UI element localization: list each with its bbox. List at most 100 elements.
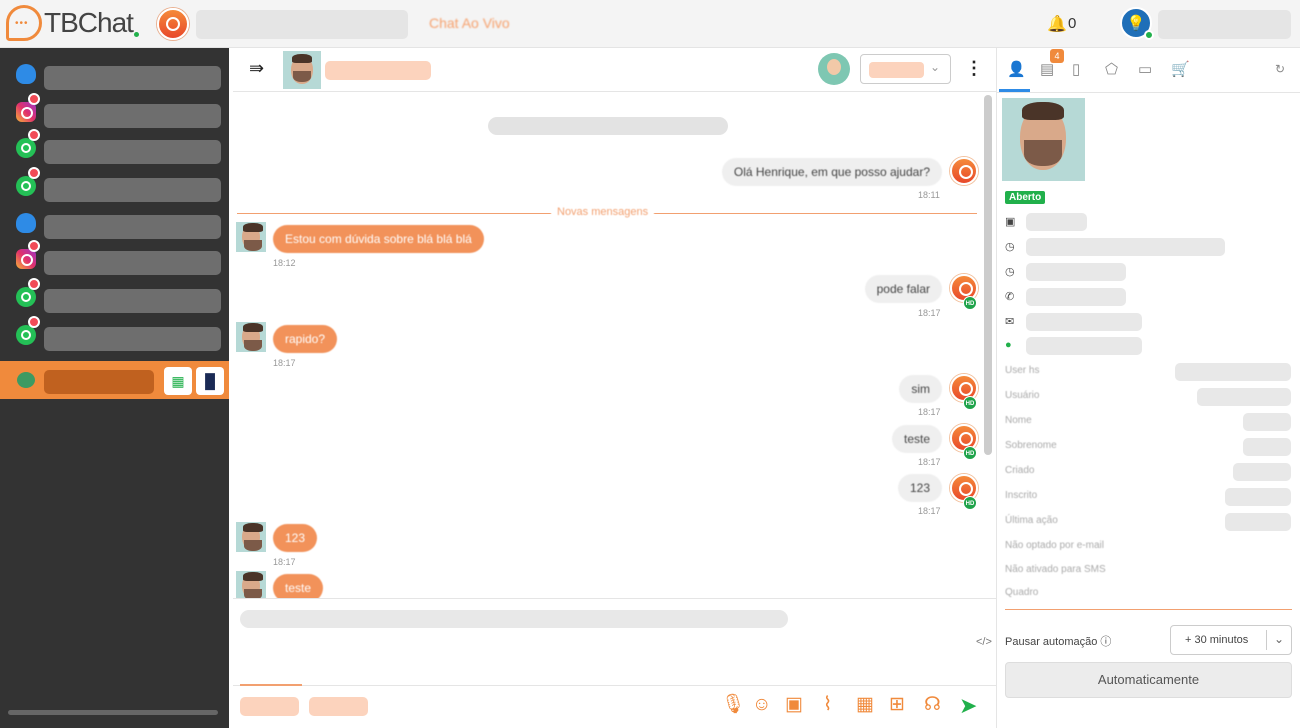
unread-badge — [28, 93, 40, 105]
sidebar-item[interactable] — [0, 205, 229, 241]
instagram-icon — [16, 249, 36, 269]
sidebar-item[interactable] — [0, 167, 229, 204]
message-input[interactable] — [240, 610, 788, 628]
sidebar-item[interactable] — [0, 129, 229, 166]
attribute-label: Inscrito — [1005, 490, 1038, 501]
sidebar-item[interactable] — [0, 278, 229, 315]
contact-panel: 👤 ▤ 4 ▯ ⬠ ▭ 🛒 ↻ Aberto ▣ ◷ ◷ ✆ ✉ ● User … — [996, 48, 1300, 728]
message-bubble: rapido? — [273, 325, 338, 353]
image-icon[interactable]: ▣ — [785, 694, 803, 716]
conversation-name — [44, 178, 221, 202]
attribute-value — [1225, 488, 1291, 506]
calendar-icon[interactable]: ▦ — [856, 694, 874, 716]
hd-badge: HD — [963, 296, 977, 310]
contact-avatar[interactable] — [283, 51, 321, 89]
message-bubble: 123 — [897, 474, 942, 502]
tab-documents[interactable]: ▭ — [1138, 60, 1152, 78]
notification-count: 0 — [1068, 15, 1077, 32]
emoji-icon[interactable]: ☺ — [752, 694, 771, 716]
attribute-value — [1243, 438, 1291, 456]
refresh-icon[interactable]: ↻ — [1275, 62, 1285, 76]
contact-avatar — [236, 522, 266, 552]
user-menu[interactable] — [1158, 10, 1291, 39]
chat-scrollbar[interactable] — [984, 95, 992, 455]
message-list: Olá Henrique, em que posso ajudar? 18:11… — [233, 92, 996, 598]
tab-profile[interactable]: 👤 — [1007, 60, 1026, 78]
logo-text: TBChat — [44, 7, 134, 38]
attribute-label: Última ação — [1005, 515, 1058, 526]
contact-avatar — [236, 222, 266, 252]
company-avatar[interactable] — [157, 8, 189, 40]
flow-icon[interactable]: ⊞ — [889, 694, 905, 716]
tbchat-logo[interactable]: ••• TBChat — [6, 5, 139, 41]
profile-photo[interactable] — [1002, 98, 1085, 181]
top-bar: ••• TBChat Chat Ao Vivo 🔔 0 💡 — [0, 0, 1300, 48]
attribute-value — [1197, 388, 1291, 406]
message-composer: </> 🎙 ☺ ▣ ⌇ ▦ ⊞ ☊ ➤ — [233, 598, 996, 728]
microphone-icon[interactable]: 🎙 — [721, 694, 745, 716]
live-chat-link[interactable]: Chat Ao Vivo — [429, 15, 510, 31]
pause-automation-label: Pausar automação ⓘ — [1005, 636, 1112, 648]
clock-icon: ◷ — [1005, 266, 1015, 278]
headset-icon[interactable]: ☊ — [924, 694, 941, 716]
agent-avatar[interactable] — [818, 53, 850, 85]
attribute-value — [1243, 413, 1291, 431]
sidebar-scrollbar[interactable] — [8, 710, 218, 715]
menu-toggle-icon[interactable]: ⇛ — [249, 58, 264, 79]
tab-badge: 4 — [1050, 49, 1064, 63]
bar-chart-icon[interactable]: ▐▌ — [196, 367, 224, 395]
message-bubble: 123 — [273, 524, 318, 552]
automatic-button[interactable]: Automaticamente — [1005, 662, 1292, 698]
message-time: 18:17 — [918, 457, 941, 467]
hd-badge: HD — [963, 496, 977, 510]
tab-cart[interactable]: 🛒 — [1171, 60, 1190, 78]
pause-duration-select[interactable]: + 30 minutos ⌄ — [1170, 625, 1292, 655]
attribute-label: Usuário — [1005, 390, 1040, 401]
sidebar-item[interactable] — [0, 93, 229, 130]
sidebar-item-active[interactable]: ▦ ▐▌ — [0, 361, 229, 399]
unread-badge — [28, 129, 40, 141]
sidebar-item[interactable] — [0, 240, 229, 277]
message-time: 18:17 — [918, 308, 941, 318]
send-icon[interactable]: ➤ — [959, 693, 977, 719]
attribute-label: Quadro — [1005, 587, 1039, 598]
message-bubble: teste — [891, 425, 942, 453]
whatsapp-icon — [16, 176, 36, 196]
conversation-name — [44, 370, 154, 394]
message-time: 18:12 — [273, 258, 296, 268]
composer-tab-button[interactable] — [309, 697, 368, 716]
composer-tab-button[interactable] — [240, 697, 299, 716]
attribute-value — [1225, 513, 1291, 531]
instagram-icon — [16, 102, 36, 122]
tab-tags[interactable]: ⬠ — [1105, 60, 1118, 78]
message-time: 18:11 — [918, 190, 940, 200]
phone-icon: ✆ — [1005, 291, 1015, 303]
agent-select[interactable]: ⌄ — [860, 54, 951, 84]
message-bubble: Olá Henrique, em que posso ajudar? — [721, 158, 942, 186]
whatsapp-icon — [16, 287, 36, 307]
more-options-icon[interactable]: ⋮ — [965, 58, 983, 79]
hd-badge: HD — [963, 446, 977, 460]
attribute-label: Criado — [1005, 465, 1035, 476]
attachment-icon[interactable]: ⌇ — [823, 694, 832, 716]
board-icon[interactable]: ▦ — [164, 367, 192, 395]
user-icon — [16, 64, 36, 84]
hd-badge: HD — [963, 396, 977, 410]
message-time: 18:17 — [273, 557, 296, 567]
sidebar-item[interactable] — [0, 56, 229, 92]
bell-icon[interactable]: 🔔 — [1047, 14, 1067, 34]
unread-badge — [28, 278, 40, 290]
status-badge: Aberto — [1005, 191, 1046, 204]
id-card-icon: ▣ — [1005, 216, 1016, 228]
conversation-name — [44, 140, 221, 164]
unread-badge — [28, 316, 40, 328]
sidebar-item[interactable] — [0, 316, 229, 353]
conversation-name — [44, 215, 221, 239]
tab-notes[interactable]: ▯ — [1072, 60, 1080, 78]
user-online-dot — [1144, 30, 1154, 40]
unread-badge — [28, 167, 40, 179]
chat-bubble-icon: ••• — [6, 5, 42, 41]
company-selector[interactable] — [196, 10, 408, 39]
code-toggle-icon[interactable]: </> — [976, 636, 992, 648]
message-time: 18:17 — [918, 407, 941, 417]
